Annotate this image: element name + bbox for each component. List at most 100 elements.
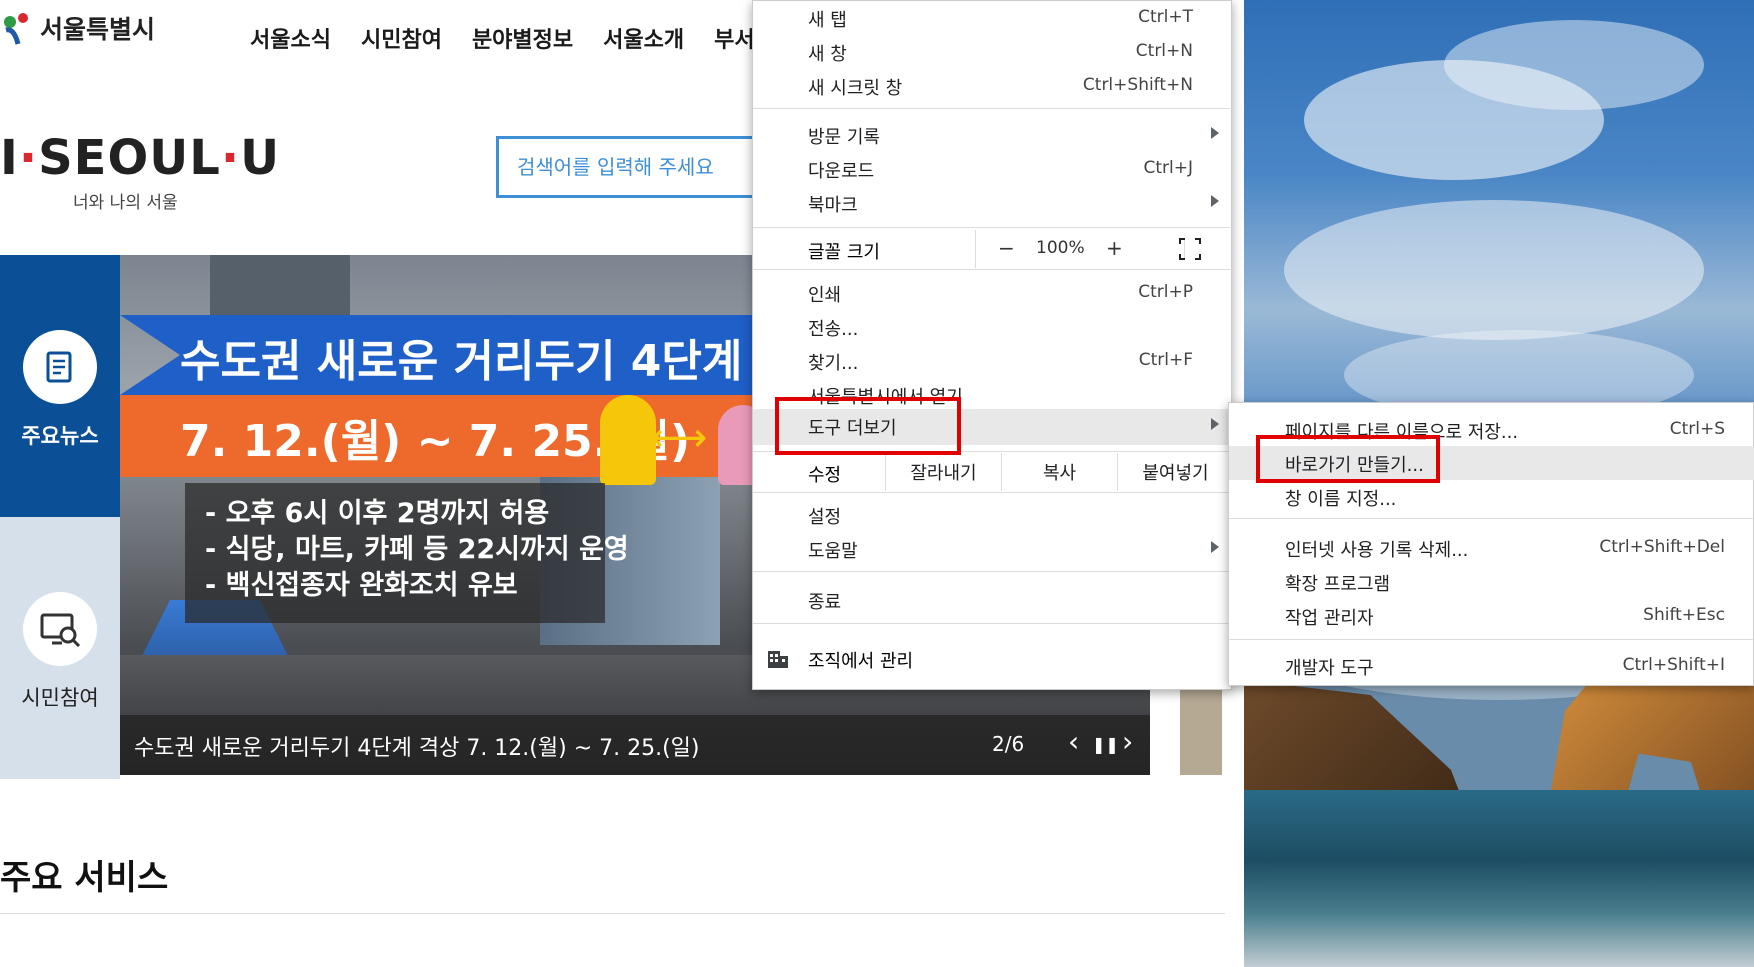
menu-open-in-app[interactable]: 서울특별시에서 열기 [753, 378, 1233, 412]
menu-exit-label: 종료 [808, 592, 842, 613]
menu-history[interactable]: 방문 기록 [753, 118, 1233, 152]
tab-citizen-participation-label: 시민참여 [21, 686, 99, 710]
pause-icon[interactable]: ❚❚ [1092, 735, 1119, 754]
menu-cast-label: 전송... [808, 319, 859, 340]
menu-create-shortcut[interactable]: 바로가기 만들기... [1229, 446, 1754, 480]
menu-developer-tools[interactable]: 개발자 도구 Ctrl+Shift+I [1229, 649, 1754, 683]
menu-help-label: 도움말 [808, 541, 858, 562]
menu-help[interactable]: 도움말 [753, 532, 1233, 566]
menu-find[interactable]: 찾기... Ctrl+F [753, 344, 1233, 378]
menu-new-tab-label: 새 탭 [808, 10, 847, 31]
menu-new-tab-shortcut: Ctrl+T [1138, 7, 1193, 27]
participation-icon-circle [23, 592, 97, 666]
more-tools-submenu: 페이지를 다른 이름으로 저장... Ctrl+S 바로가기 만들기... 창 … [1228, 402, 1754, 686]
i-seoul-u-logo: I·SEOUL·U [0, 130, 281, 186]
menu-separator [1229, 639, 1754, 640]
menu-new-window-label: 새 창 [808, 44, 847, 65]
fullscreen-icon[interactable] [1179, 238, 1201, 260]
menu-separator [753, 108, 1233, 109]
prev-slide-icon[interactable]: ‹ [1068, 725, 1079, 758]
menu-find-label: 찾기... [808, 353, 859, 374]
tab-main-news[interactable]: 주요뉴스 [0, 255, 120, 517]
menu-separator [1229, 518, 1754, 519]
menu-new-window-shortcut: Ctrl+N [1135, 41, 1193, 61]
menu-new-tab[interactable]: 새 탭 Ctrl+T [753, 1, 1233, 35]
menu-history-label: 방문 기록 [808, 127, 880, 148]
nav-participation[interactable]: 시민참여 [361, 22, 442, 54]
seoul-logo[interactable]: 서울특별시 [0, 10, 155, 46]
site-search-input[interactable] [499, 139, 783, 195]
menu-managed-by-org[interactable]: 조직에서 관리 [753, 639, 1233, 679]
menu-managed-label: 조직에서 관리 [808, 651, 914, 672]
menu-bookmarks[interactable]: 북마크 [753, 186, 1233, 220]
menu-settings-label: 설정 [808, 507, 842, 528]
menu-new-incognito[interactable]: 새 시크릿 창 Ctrl+Shift+N [753, 69, 1233, 103]
submenu-arrow-icon [1211, 418, 1219, 430]
zoom-out-button[interactable]: − [998, 236, 1015, 260]
banner-caption[interactable]: 수도권 새로운 거리두기 4단계 격상 7. 12.(월) ~ 7. 25.(일… [134, 730, 700, 762]
menu-more-tools-label: 도구 더보기 [808, 418, 897, 439]
menu-edit-label: 수정 [808, 465, 842, 486]
zoom-level: 100% [1036, 238, 1085, 258]
menu-new-incognito-label: 새 시크릿 창 [808, 78, 903, 99]
banner-rule: - 식당, 마트, 카페 등 22시까지 운영 [205, 534, 629, 565]
nav-info[interactable]: 분야별정보 [472, 22, 573, 54]
menu-save-page-as[interactable]: 페이지를 다른 이름으로 저장... Ctrl+S [1229, 413, 1754, 447]
menu-edit-row: 수정 잘라내기 복사 붙여넣기 [753, 453, 1233, 491]
menu-extensions[interactable]: 확장 프로그램 [1229, 565, 1754, 599]
building-icon [768, 651, 788, 668]
menu-cast[interactable]: 전송... [753, 310, 1233, 344]
submenu-arrow-icon [1211, 195, 1219, 207]
nav-departments[interactable]: 부서 [714, 22, 754, 54]
banner-counter: 2/6 [992, 732, 1025, 756]
cloud [1284, 200, 1704, 340]
menu-name-window[interactable]: 창 이름 지정... [1229, 480, 1754, 514]
sea [1244, 790, 1754, 967]
menu-separator [753, 492, 1233, 493]
cut-button[interactable]: 잘라내기 [885, 453, 1001, 491]
submenu-arrow-icon [1211, 127, 1219, 139]
main-services-title: 주요 서비스 [0, 858, 169, 898]
menu-separator [753, 623, 1233, 624]
side-banner-fragment [1180, 680, 1222, 775]
site-search-box[interactable] [496, 136, 786, 198]
menu-downloads[interactable]: 다운로드 Ctrl+J [753, 152, 1233, 186]
paste-button[interactable]: 붙여넣기 [1117, 453, 1233, 491]
illustration-person [600, 395, 656, 485]
menu-separator [753, 571, 1233, 572]
menu-print-label: 인쇄 [808, 285, 842, 306]
menu-exit[interactable]: 종료 [753, 583, 1233, 617]
menu-save-page-as-shortcut: Ctrl+S [1669, 419, 1725, 439]
banner-headline: 수도권 새로운 거리두기 4단계 격 [180, 336, 799, 387]
menu-separator [753, 269, 1233, 270]
tab-citizen-participation[interactable]: 시민참여 [0, 517, 120, 779]
tab-main-news-label: 주요뉴스 [21, 424, 99, 448]
copy-button[interactable]: 복사 [1001, 453, 1117, 491]
zoom-in-button[interactable]: + [1106, 236, 1123, 260]
menu-clear-browsing-data[interactable]: 인터넷 사용 기록 삭제... Ctrl+Shift+Del [1229, 531, 1754, 565]
menu-new-window[interactable]: 새 창 Ctrl+N [753, 35, 1233, 69]
menu-new-incognito-shortcut: Ctrl+Shift+N [1082, 75, 1193, 95]
cloud [1444, 20, 1704, 110]
banner-rule: - 오후 6시 이후 2명까지 허용 [205, 498, 550, 529]
menu-more-tools[interactable]: 도구 더보기 [753, 409, 1233, 445]
menu-find-shortcut: Ctrl+F [1138, 350, 1193, 370]
menu-task-manager[interactable]: 작업 관리자 Shift+Esc [1229, 599, 1754, 633]
divider [0, 913, 1225, 914]
i-seoul-u-tagline: 너와 나의 서울 [73, 193, 178, 213]
chrome-main-menu: 새 탭 Ctrl+T 새 창 Ctrl+N 새 시크릿 창 Ctrl+Shift… [752, 0, 1233, 690]
main-navigation: 서울소식 시민참여 분야별정보 서울소개 부서 [250, 22, 755, 54]
menu-print[interactable]: 인쇄 Ctrl+P [753, 276, 1233, 310]
menu-bookmarks-label: 북마크 [808, 195, 858, 216]
nav-news[interactable]: 서울소식 [250, 22, 331, 54]
menu-separator [753, 451, 1233, 452]
menu-settings[interactable]: 설정 [753, 498, 1233, 532]
menu-developer-tools-shortcut: Ctrl+Shift+I [1622, 655, 1725, 675]
menu-save-page-as-label: 페이지를 다른 이름으로 저장... [1285, 422, 1519, 443]
menu-print-shortcut: Ctrl+P [1138, 282, 1193, 302]
nav-about[interactable]: 서울소개 [603, 22, 684, 54]
menu-zoom-row: 글꼴 크기 − 100% + [753, 230, 1233, 268]
next-slide-icon[interactable]: › [1122, 725, 1133, 758]
menu-name-window-label: 창 이름 지정... [1285, 489, 1397, 510]
banner-photo-building [210, 255, 350, 325]
